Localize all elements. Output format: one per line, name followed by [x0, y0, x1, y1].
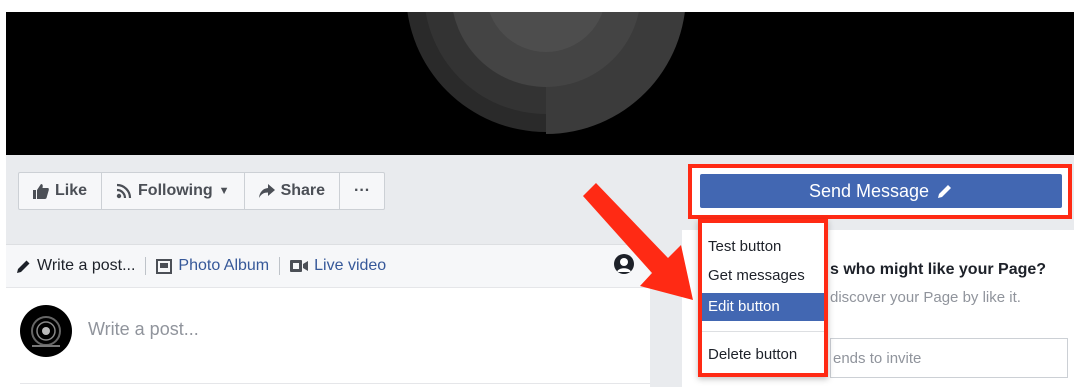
rss-icon	[116, 183, 132, 199]
share-button[interactable]: Share	[245, 173, 341, 209]
avatar-logo	[31, 316, 61, 347]
caret-down-icon: ▼	[218, 185, 230, 197]
page-action-bar: Like Following ▼ Share ···	[18, 172, 386, 210]
tab-write-post[interactable]: Write a post...	[6, 257, 145, 275]
menu-item-delete-button[interactable]: Delete button	[702, 341, 824, 369]
invite-card-description: discover your Page by like it.	[830, 289, 1021, 306]
invite-friends-input[interactable]: ends to invite	[830, 338, 1068, 378]
photo-album-label: Photo Album	[178, 257, 270, 274]
video-camera-icon	[290, 260, 309, 272]
tab-photo-album[interactable]: Photo Album	[146, 257, 279, 275]
composer-input[interactable]: Write a post...	[88, 319, 199, 340]
send-message-button[interactable]: Send Message	[700, 174, 1062, 208]
composer-tabs: Write a post... Photo Album Live video	[6, 245, 650, 288]
live-video-label: Live video	[314, 257, 387, 274]
menu-item-get-messages[interactable]: Get messages	[702, 262, 824, 290]
like-button[interactable]: Like	[19, 173, 103, 209]
tab-live-video[interactable]: Live video	[280, 257, 396, 275]
share-arrow-icon	[258, 184, 275, 198]
more-label: ···	[354, 182, 371, 199]
edit-pencil-icon	[938, 185, 952, 198]
composer-divider	[20, 383, 650, 384]
share-label: Share	[280, 182, 326, 199]
page-avatar[interactable]	[20, 305, 72, 357]
write-post-label: Write a post...	[37, 257, 136, 274]
user-silhouette-icon	[617, 258, 631, 272]
send-message-label: Send Message	[808, 180, 930, 201]
invite-card-title: s who might like your Page?	[830, 261, 1047, 278]
post-composer: Write a post... Photo Album Live video W…	[6, 244, 650, 388]
like-label: Like	[55, 182, 88, 199]
photo-album-icon	[156, 258, 173, 274]
profile-avatar-icon[interactable]	[614, 254, 634, 274]
cover-photo	[6, 12, 1074, 155]
cover-graphic	[407, 12, 685, 134]
send-message-highlight: Send Message	[688, 164, 1072, 219]
following-button[interactable]: Following ▼	[102, 173, 245, 209]
menu-divider	[702, 331, 824, 332]
menu-item-edit-button[interactable]: Edit button	[702, 293, 824, 321]
following-label: Following	[138, 182, 213, 199]
send-message-dropdown: Test button Get messages Edit button Del…	[698, 219, 828, 377]
pencil-icon	[17, 260, 30, 273]
menu-item-test-button[interactable]: Test button	[702, 233, 824, 261]
thumbs-up-icon	[33, 183, 49, 199]
more-options-button[interactable]: ···	[340, 173, 384, 209]
